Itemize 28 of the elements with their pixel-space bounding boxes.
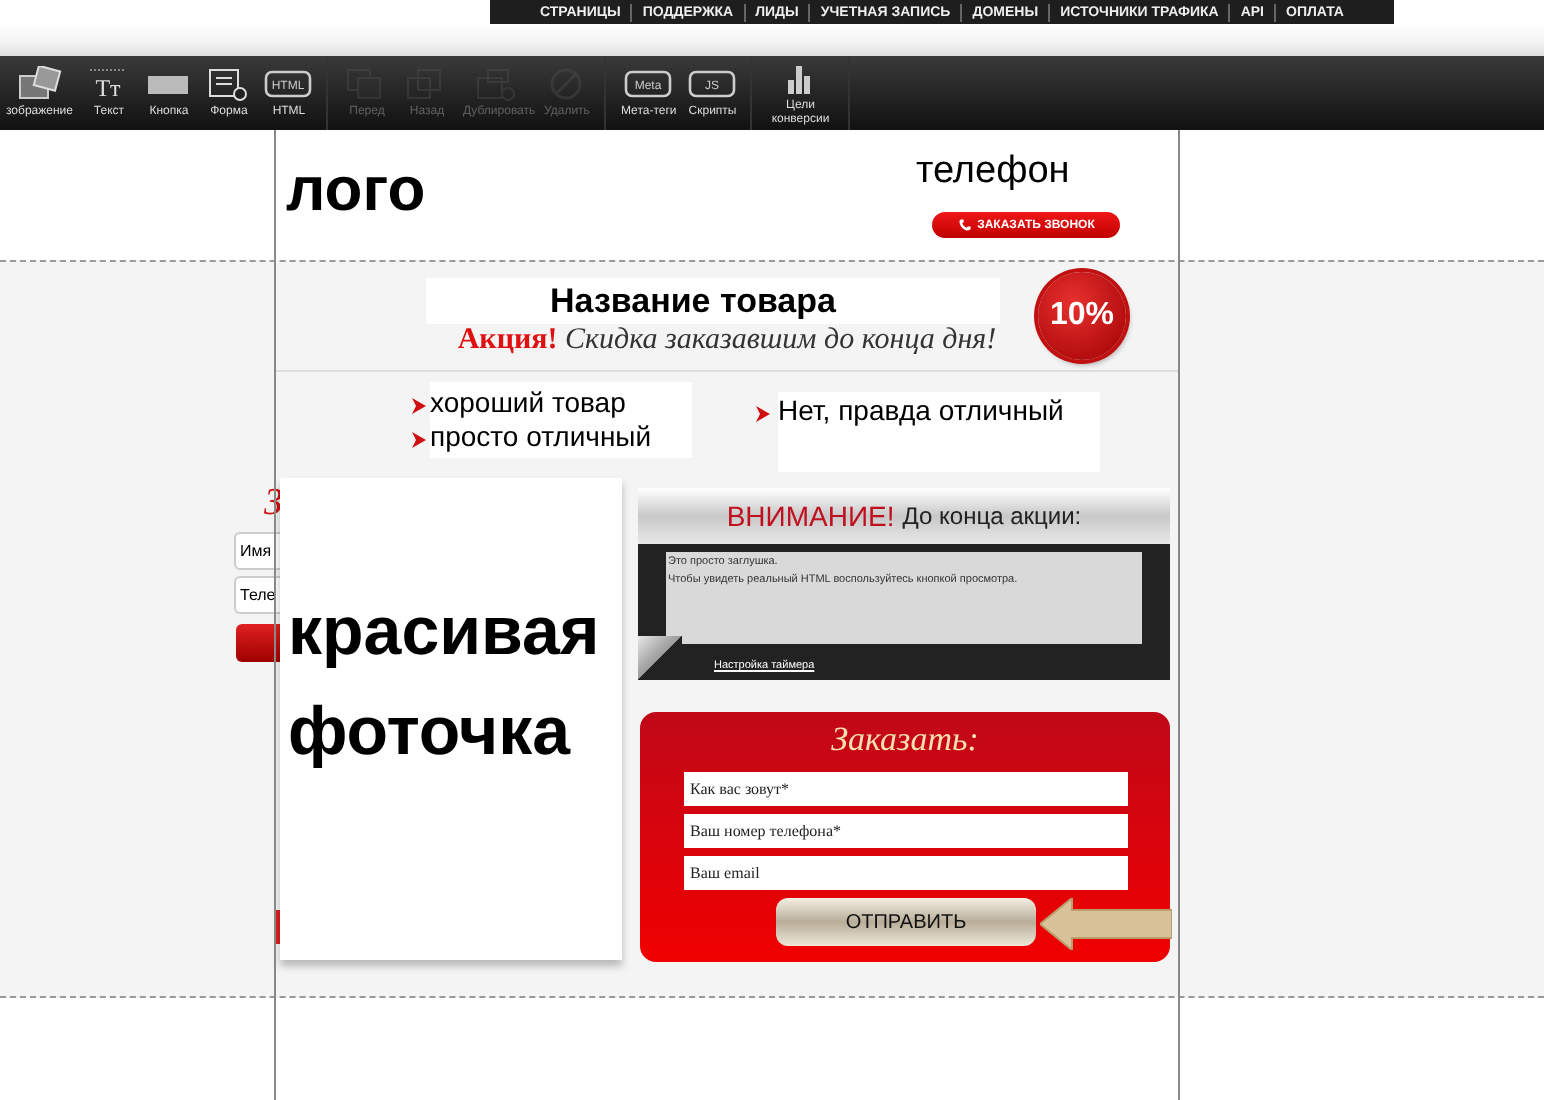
feature-text: просто отличный: [430, 419, 652, 451]
picture-icon: [15, 66, 64, 103]
input-field[interactable]: Ваш номер телефона*: [684, 814, 1128, 848]
submit-button[interactable]: [236, 624, 280, 662]
page-curl-icon: [638, 636, 682, 680]
phone-text: телефон: [916, 150, 1070, 194]
submit-button[interactable]: ОТПРАВИТЬ: [776, 898, 1036, 946]
product-title: Название товара: [550, 281, 836, 321]
input-field[interactable]: Ваш email: [684, 856, 1128, 890]
phone-icon: [957, 218, 972, 232]
accent-bar: [274, 910, 280, 944]
warning-text: ВНИМАНИЕ!: [726, 500, 895, 532]
duplicate-icon: [472, 66, 521, 103]
bullet-icon: [412, 432, 426, 448]
input-field[interactable]: Теле: [234, 576, 280, 614]
order-form-title: Заказать:: [831, 720, 979, 760]
timer-heading: До конца акции:: [902, 502, 1082, 530]
form-icon: [204, 66, 253, 103]
bullet-icon: [412, 398, 426, 414]
input-field[interactable]: Имя: [234, 532, 280, 570]
input-field[interactable]: Как вас зовут*: [684, 772, 1128, 806]
bullet-icon: [756, 406, 770, 422]
promo-text: Акция! Скидка заказавшим до конца дня!: [455, 324, 999, 358]
feature-text: хороший товар: [430, 385, 626, 417]
feature-text: Нет, правда отличный: [778, 393, 1064, 425]
photo-caption: красивая фоточка: [288, 592, 602, 774]
arrow-icon: [1040, 898, 1172, 950]
logo-text: лого: [286, 154, 426, 226]
